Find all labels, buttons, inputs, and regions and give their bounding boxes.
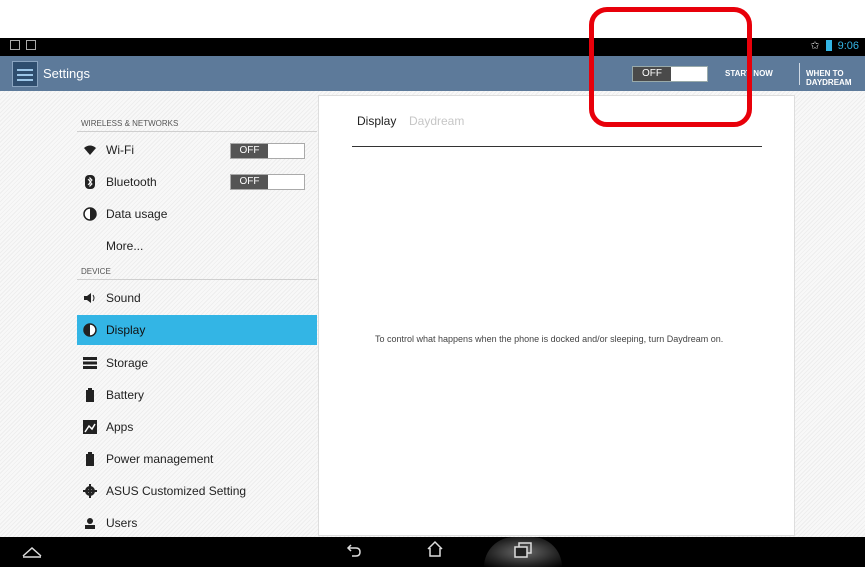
- recent-apps-icon[interactable]: [503, 538, 543, 566]
- when-to-daydream-button[interactable]: WHEN TO DAYDREAM: [806, 69, 865, 87]
- section-divider: [77, 279, 317, 280]
- display-icon: [83, 323, 97, 337]
- sidebar-item-label: Display: [106, 323, 146, 337]
- storage-icon: [83, 356, 97, 370]
- sidebar-item-label: More...: [106, 239, 144, 253]
- gear-icon: [83, 484, 97, 498]
- battery-status-icon: [825, 40, 832, 51]
- sidebar-item-label: Data usage: [106, 207, 168, 221]
- sidebar-item-power-management[interactable]: Power management: [77, 444, 317, 474]
- detail-panel: [318, 95, 795, 536]
- highlight-box: [589, 7, 752, 127]
- blank-icon: [83, 239, 97, 253]
- sidebar-item-label: Storage: [106, 356, 149, 370]
- sidebar-item-label: Battery: [106, 388, 145, 402]
- sidebar-item-data-usage[interactable]: Data usage: [77, 199, 317, 229]
- sidebar-item-label: ASUS Customized Setting: [106, 484, 247, 498]
- sidebar-item-asus-customized-setting[interactable]: ASUS Customized Setting: [77, 476, 317, 506]
- section-header-device: DEVICE: [81, 267, 111, 276]
- users-icon: [83, 516, 97, 530]
- data-usage-icon: [83, 207, 97, 221]
- home-icon[interactable]: [415, 538, 455, 566]
- wifi-switch-label: OFF: [231, 144, 268, 158]
- sidebar-item-display[interactable]: Display: [77, 315, 317, 345]
- apps-icon: [83, 420, 97, 434]
- sidebar-item-label: Users: [106, 516, 138, 530]
- bluetooth-icon: [83, 175, 97, 189]
- back-icon[interactable]: [333, 538, 373, 566]
- bluetooth-switch-label: OFF: [231, 175, 268, 189]
- tablet-screen: ✩ 9:06 Settings OFF START NOW WHEN TO DA…: [0, 0, 865, 567]
- section-header-wireless: WIRELESS & NETWORKS: [81, 119, 179, 128]
- sidebar-item-more[interactable]: More...: [77, 231, 317, 261]
- sidebar-item-label: Power management: [106, 452, 214, 466]
- sidebar-item-apps[interactable]: Apps: [77, 412, 317, 442]
- sidebar-item-battery[interactable]: Battery: [77, 380, 317, 410]
- sidebar-item-storage[interactable]: Storage: [77, 348, 317, 378]
- sound-icon: [83, 291, 97, 305]
- expand-icon[interactable]: [12, 538, 52, 566]
- notification-icon: [26, 40, 36, 50]
- screenshot-icon: [10, 40, 20, 50]
- sidebar-item-label: Bluetooth: [106, 175, 157, 189]
- wifi-switch[interactable]: OFF: [230, 143, 305, 159]
- clock: 9:06: [837, 39, 859, 52]
- breadcrumb-display: Display: [357, 114, 397, 128]
- breadcrumb-daydream: Daydream: [409, 114, 465, 128]
- sidebar-item-label: Wi-Fi: [106, 143, 134, 157]
- settings-app-icon[interactable]: [12, 61, 38, 87]
- wifi-icon: [83, 143, 97, 157]
- battery-icon: [83, 388, 97, 402]
- power-icon: [83, 452, 97, 466]
- bluetooth-switch[interactable]: OFF: [230, 174, 305, 190]
- daydream-message: To control what happens when the phone i…: [375, 334, 724, 344]
- sidebar-item-label: Sound: [106, 291, 141, 305]
- sidebar-item-users[interactable]: Users: [77, 508, 317, 538]
- signal-icon: ✩: [810, 40, 820, 52]
- panel-divider: [352, 146, 762, 147]
- sidebar-item-sound[interactable]: Sound: [77, 283, 317, 313]
- sidebar-item-label: Apps: [106, 420, 134, 434]
- action-divider: [799, 63, 800, 85]
- section-divider: [77, 131, 317, 132]
- app-title: Settings: [43, 66, 90, 81]
